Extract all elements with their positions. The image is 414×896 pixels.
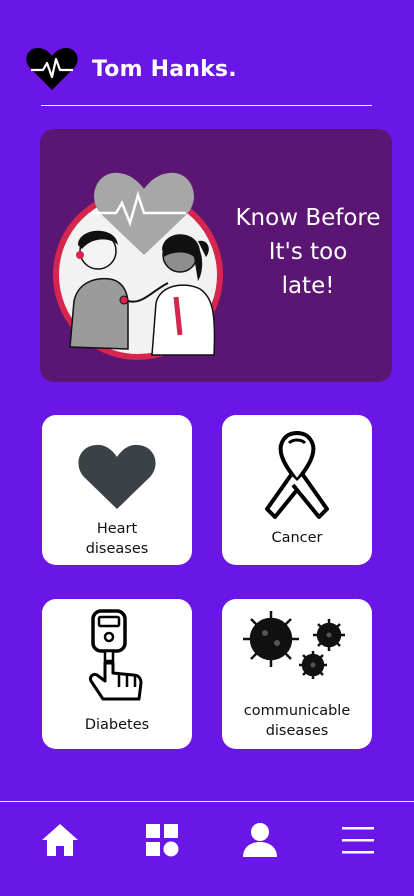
menu-icon bbox=[342, 827, 374, 854]
profile-icon bbox=[243, 823, 277, 857]
nav-apps[interactable] bbox=[140, 818, 184, 862]
glucose-meter-icon bbox=[42, 607, 192, 707]
nav-divider bbox=[0, 801, 414, 802]
user-name: Tom Hanks. bbox=[92, 56, 237, 82]
heartbeat-logo-icon bbox=[24, 44, 80, 94]
nav-home[interactable] bbox=[38, 818, 82, 862]
hero-tagline: Know Before It's too late! bbox=[235, 205, 381, 299]
category-label: Diabetes bbox=[84, 717, 150, 733]
nav-profile[interactable] bbox=[238, 818, 282, 862]
category-label: communicable diseases bbox=[243, 703, 351, 739]
category-card-cancer[interactable]: Cancer bbox=[222, 415, 372, 565]
app-header: Tom Hanks. bbox=[24, 44, 237, 94]
category-card-diabetes[interactable]: Diabetes bbox=[42, 599, 192, 749]
virus-icon bbox=[222, 607, 372, 683]
bottom-navigation bbox=[0, 806, 414, 876]
nav-menu[interactable] bbox=[336, 818, 380, 862]
hero-banner[interactable]: Know Before It's too late! bbox=[40, 129, 392, 382]
category-card-communicable-diseases[interactable]: communicable diseases bbox=[222, 599, 372, 749]
category-card-heart-diseases[interactable]: Heart diseases bbox=[42, 415, 192, 565]
doctor-patient-stethoscope-illustration bbox=[52, 165, 232, 365]
home-icon bbox=[42, 824, 78, 856]
category-label: Cancer bbox=[271, 530, 323, 546]
header-divider bbox=[41, 105, 372, 106]
apps-grid-icon bbox=[146, 824, 179, 857]
cancer-ribbon-icon bbox=[222, 429, 372, 521]
category-label: Heart diseases bbox=[85, 521, 149, 557]
heart-icon bbox=[42, 443, 192, 511]
